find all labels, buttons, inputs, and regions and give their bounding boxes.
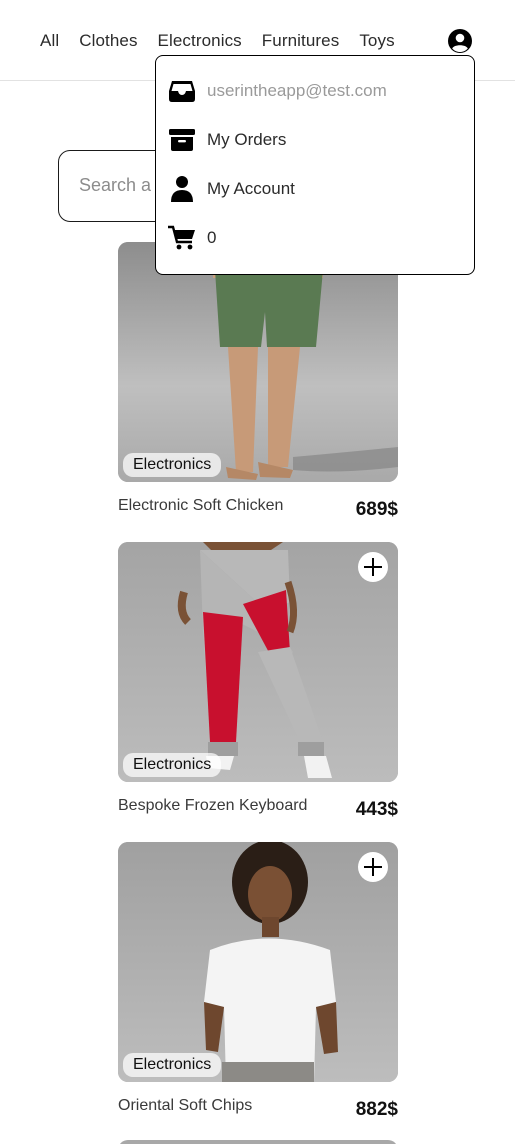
add-to-cart-button[interactable] [358, 552, 388, 582]
archive-icon [168, 126, 196, 154]
user-circle-icon[interactable] [447, 28, 473, 54]
product-price: 689$ [355, 499, 398, 520]
product-footer: Electronic Soft Chicken 689$ [118, 482, 398, 526]
product-card[interactable]: Electronics Bespoke Frozen Keyboard 443$ [118, 542, 398, 826]
plus-icon [364, 858, 382, 876]
add-to-cart-button[interactable] [358, 852, 388, 882]
product-image: Electronics [118, 542, 398, 782]
inbox-icon [168, 77, 196, 105]
plus-icon [364, 558, 382, 576]
product-card[interactable]: Electronics Electronic Soft Chicken 689$ [118, 242, 398, 526]
product-name: Oriental Soft Chips [118, 1097, 253, 1114]
product-card[interactable]: Electronics Oriental Soft Chips 882$ [118, 842, 398, 1126]
cart-icon [168, 224, 196, 252]
my-orders-label: My Orders [207, 130, 287, 149]
product-image: Electronics [118, 842, 398, 1082]
my-account-label: My Account [207, 179, 295, 198]
category-badge: Electronics [123, 753, 222, 777]
nav-link-furnitures[interactable]: Furnitures [262, 31, 340, 51]
nav-link-toys[interactable]: Toys [359, 31, 394, 51]
nav-link-all[interactable]: All [40, 31, 59, 51]
cart-count: 0 [207, 228, 217, 247]
category-badge: Electronics [123, 453, 222, 477]
nav-link-clothes[interactable]: Clothes [79, 31, 137, 51]
product-card-partial[interactable] [118, 1140, 398, 1144]
nav-link-electronics[interactable]: Electronics [158, 31, 242, 51]
category-nav: All Clothes Electronics Furnitures Toys [40, 31, 395, 51]
product-name: Electronic Soft Chicken [118, 497, 284, 514]
menu-item-cart[interactable]: 0 [168, 223, 216, 253]
product-image: Electronics [118, 242, 398, 482]
user-email: userintheapp@test.com [207, 81, 387, 100]
product-footer: Oriental Soft Chips 882$ [118, 1082, 398, 1126]
product-price: 882$ [355, 1099, 398, 1120]
user-icon [168, 175, 196, 203]
account-dropdown: userintheapp@test.com My Orders My Accou… [155, 55, 475, 275]
menu-item-account[interactable]: My Account [168, 174, 295, 204]
menu-item-email[interactable]: userintheapp@test.com [168, 76, 387, 106]
category-badge: Electronics [123, 1053, 222, 1077]
product-name: Bespoke Frozen Keyboard [118, 797, 308, 814]
product-footer: Bespoke Frozen Keyboard 443$ [118, 782, 398, 826]
menu-item-orders[interactable]: My Orders [168, 125, 286, 155]
product-price: 443$ [355, 799, 398, 820]
